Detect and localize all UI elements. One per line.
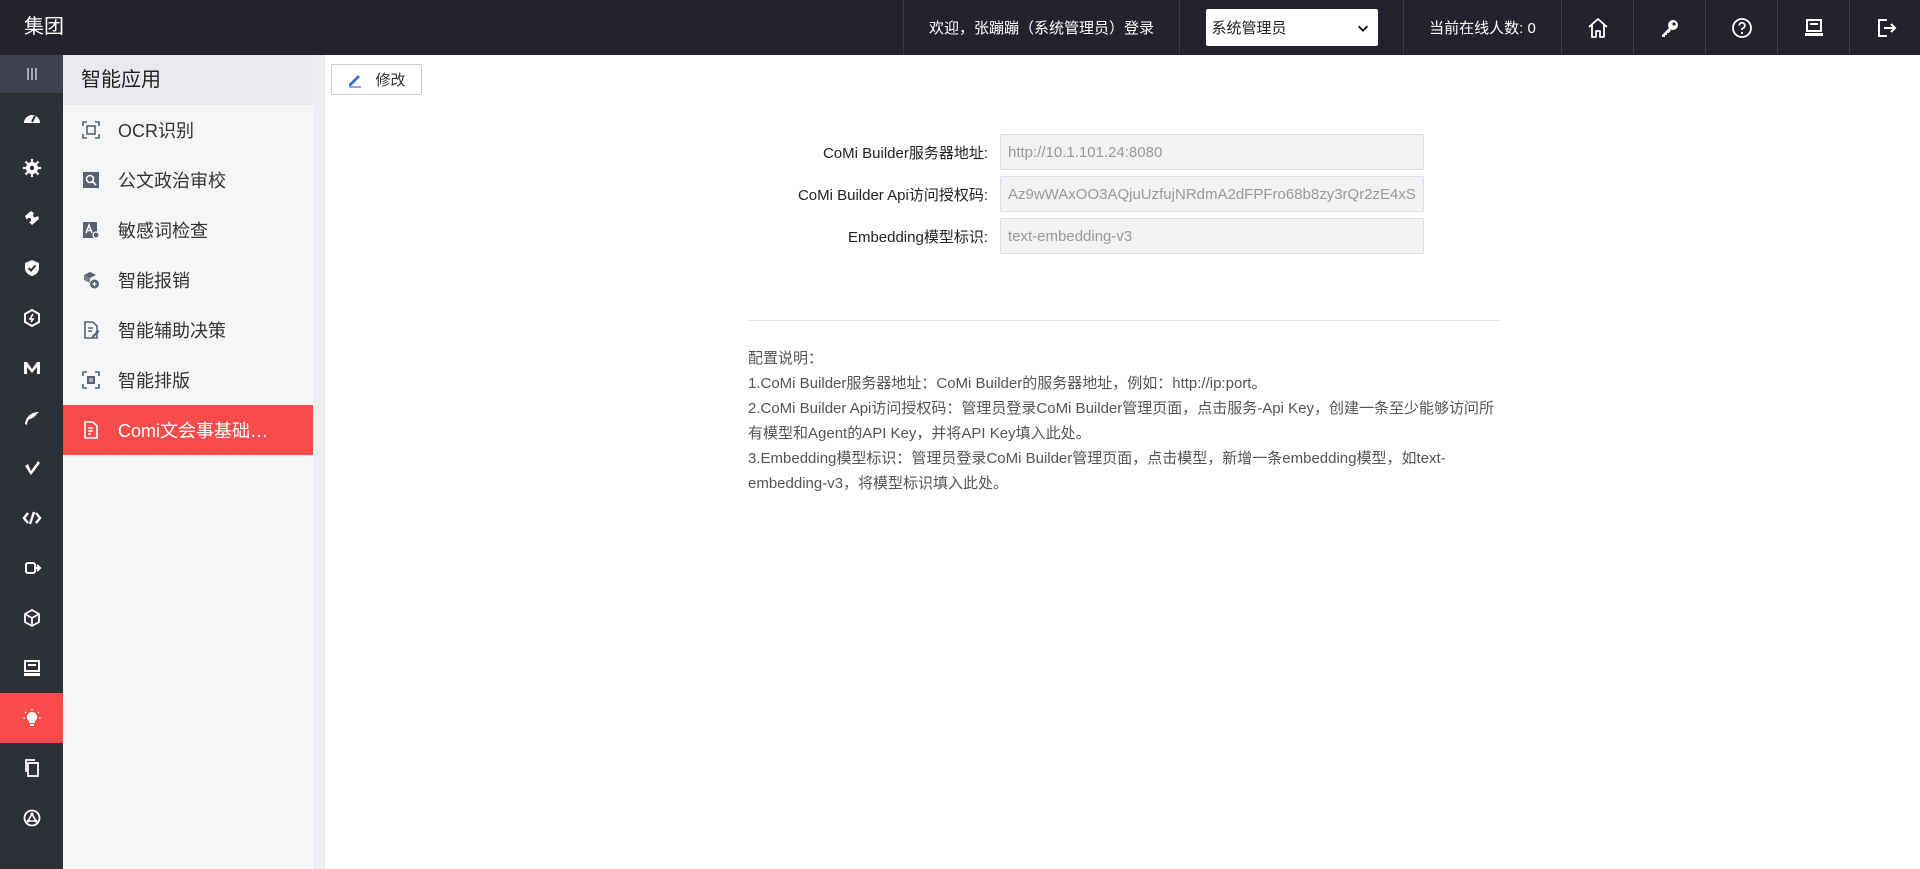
divider xyxy=(748,320,1500,321)
sidebar-item-label: OCR识别 xyxy=(118,121,194,141)
menu-icon xyxy=(26,68,37,80)
monitor-icon xyxy=(1804,18,1823,36)
layout-icon xyxy=(81,370,101,390)
m-logo-icon xyxy=(23,362,40,374)
module-rail xyxy=(0,55,63,869)
shield-icon xyxy=(24,260,39,276)
rail-item-integration[interactable] xyxy=(0,293,63,343)
field-embedding-model: Embedding模型标识: text-embedding-v3 xyxy=(700,218,1424,254)
key-icon xyxy=(1661,19,1678,37)
rail-menu-toggle[interactable] xyxy=(0,55,63,93)
notes-item: 3.Embedding模型标识：管理员登录CoMi Builder管理页面，点击… xyxy=(748,450,1446,492)
rail-item-dashboard[interactable] xyxy=(0,93,63,143)
hexagon-icon xyxy=(23,308,40,328)
embedding-model-input[interactable]: text-embedding-v3 xyxy=(1000,218,1424,254)
logout-icon xyxy=(1877,18,1896,37)
role-cell: 系统管理员 xyxy=(1179,0,1403,55)
sidebar-item-comi-base[interactable]: Comi文会事基础… xyxy=(63,405,313,455)
field-label: CoMi Builder服务器地址: xyxy=(822,144,988,162)
server-address-input[interactable]: http://10.1.101.24:8080 xyxy=(1000,134,1424,170)
puzzle-icon xyxy=(24,211,39,225)
top-bar: 集团 欢迎，张蹦蹦（系统管理员）登录 系统管理员 当前在线人数: 0 xyxy=(0,0,1920,55)
desktop-icon xyxy=(23,660,40,676)
scan-icon xyxy=(81,120,101,140)
text-check-icon xyxy=(81,220,101,240)
help-button[interactable] xyxy=(1705,0,1777,55)
cube-icon xyxy=(23,608,40,628)
home-icon xyxy=(1587,17,1608,38)
coins-icon xyxy=(81,270,101,290)
field-server-address: CoMi Builder服务器地址: http://10.1.101.24:80… xyxy=(700,134,1424,170)
gear-icon xyxy=(22,159,41,177)
sidebar-item-label: 敏感词检查 xyxy=(118,221,208,241)
rail-item-copy[interactable] xyxy=(0,743,63,793)
sidebar: 智能应用 OCR识别 公文政治审校 敏感词检查 智能报销 智能辅助决策 智能排版… xyxy=(63,55,313,869)
rail-item-settings[interactable] xyxy=(0,143,63,193)
api-key-input[interactable]: Az9wWAxOO3AQjuUzfujNRdmA2dFPFro68b8zy3rQ… xyxy=(1000,176,1424,212)
help-icon xyxy=(1731,17,1752,38)
rail-item-cube[interactable] xyxy=(0,593,63,643)
monitor-button[interactable] xyxy=(1777,0,1849,55)
sidebar-title: 智能应用 xyxy=(63,55,313,105)
sidebar-item-label: 智能报销 xyxy=(118,271,190,291)
online-count: 当前在线人数: 0 xyxy=(1403,0,1561,55)
field-label: Embedding模型标识: xyxy=(847,228,988,246)
edit-button-label: 修改 xyxy=(375,72,406,89)
sidebar-item-ocr[interactable]: OCR识别 xyxy=(63,105,313,155)
notes-item: 1.CoMi Builder服务器地址：CoMi Builder的服务器地址，例… xyxy=(748,375,1267,392)
doc-edit-icon xyxy=(81,320,101,340)
sidebar-item-reimburse[interactable]: 智能报销 xyxy=(63,255,313,305)
rail-item-security[interactable] xyxy=(0,243,63,293)
sidebar-item-layout[interactable]: 智能排版 xyxy=(63,355,313,405)
edit-button[interactable]: 修改 xyxy=(331,64,422,95)
brand-title: 集团 xyxy=(24,16,64,38)
rail-item-desktop[interactable] xyxy=(0,643,63,693)
doc-list-icon xyxy=(81,420,101,440)
rail-item-leaf[interactable] xyxy=(0,393,63,443)
logout-button[interactable] xyxy=(1849,0,1920,55)
rail-item-plugins[interactable] xyxy=(0,193,63,243)
role-select-value: 系统管理员 xyxy=(1211,20,1287,37)
leaf-icon xyxy=(24,412,39,425)
home-button[interactable] xyxy=(1561,0,1633,55)
config-notes: 配置说明： 1.CoMi Builder服务器地址：CoMi Builder的服… xyxy=(748,346,1500,496)
sidebar-item-doc-review[interactable]: 公文政治审校 xyxy=(63,155,313,205)
dashboard-icon xyxy=(23,115,40,123)
field-api-key: CoMi Builder Api访问授权码: Az9wWAxOO3AQjuUzf… xyxy=(700,176,1424,212)
sidebar-item-decision[interactable]: 智能辅助决策 xyxy=(63,305,313,355)
rail-item-m[interactable] xyxy=(0,343,63,393)
pencil-icon xyxy=(349,74,362,88)
sidebar-gutter xyxy=(313,55,325,869)
role-select[interactable]: 系统管理员 xyxy=(1205,9,1378,46)
chevron-down-icon xyxy=(1357,25,1368,32)
check-logo-icon xyxy=(24,461,40,475)
key-button[interactable] xyxy=(1633,0,1705,55)
rail-item-code[interactable] xyxy=(0,493,63,543)
sidebar-item-label: Comi文会事基础… xyxy=(118,421,268,441)
sidebar-item-label: 公文政治审校 xyxy=(118,171,226,191)
field-label: CoMi Builder Api访问授权码: xyxy=(797,186,988,204)
bulb-icon xyxy=(23,709,40,726)
sidebar-item-label: 智能排版 xyxy=(118,371,190,391)
sidebar-item-sensitive-words[interactable]: 敏感词检查 xyxy=(63,205,313,255)
notes-item: 2.CoMi Builder Api访问授权码：管理员登录CoMi Builde… xyxy=(748,400,1494,442)
rail-item-flow[interactable] xyxy=(0,543,63,593)
copy-icon xyxy=(24,759,39,777)
network-icon xyxy=(23,809,40,827)
flow-icon xyxy=(24,562,41,574)
rail-item-check[interactable] xyxy=(0,443,63,493)
code-icon xyxy=(21,511,42,525)
notes-title: 配置说明： xyxy=(748,350,824,367)
search-doc-icon xyxy=(81,170,101,190)
sidebar-item-label: 智能辅助决策 xyxy=(118,321,226,341)
welcome-text: 欢迎，张蹦蹦（系统管理员）登录 xyxy=(903,0,1179,55)
rail-item-smart-apps[interactable] xyxy=(0,693,63,743)
rail-item-network[interactable] xyxy=(0,793,63,843)
